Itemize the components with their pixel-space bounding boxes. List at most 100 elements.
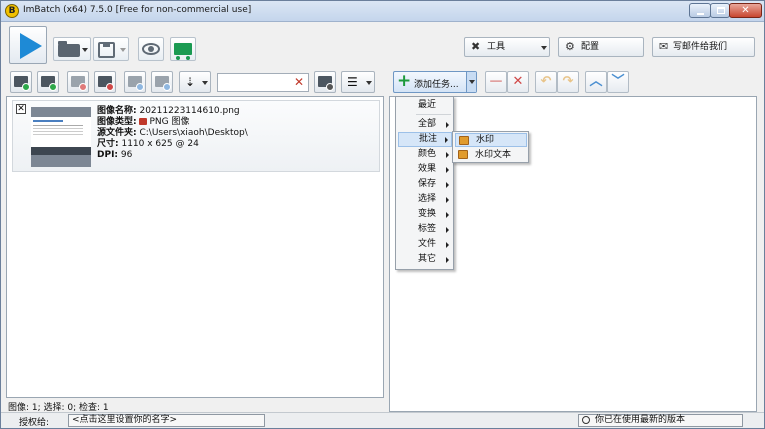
image-name-row: 图像名称: 20211223114610.png (97, 106, 240, 116)
tools-label: 工具 (487, 42, 506, 52)
window-title: ImBatch (x64) 7.5.0 [Free for non-commer… (23, 5, 252, 15)
eye-icon (142, 43, 160, 55)
add-task-button[interactable]: + 添加任务... (393, 71, 477, 93)
submenu-arrow-icon (446, 257, 449, 263)
email-button[interactable]: ✉ 写邮件给我们 (652, 37, 755, 57)
app-window: B ImBatch (x64) 7.5.0 [Free for non-comm… (0, 0, 765, 429)
settings-label: 配置 (581, 42, 600, 52)
image-dpi: 96 (120, 150, 133, 160)
undo-button[interactable]: ↶ (535, 71, 557, 93)
image-name: 20211223114610.png (139, 106, 240, 116)
submenu-arrow-icon (446, 227, 449, 233)
image-thumbnail (31, 107, 91, 167)
clear-filter-icon[interactable]: ✕ (294, 75, 304, 90)
close-window-button[interactable]: ✕ (729, 3, 762, 18)
version-status: 你已在使用最新的版本 (578, 414, 743, 427)
list-view-icon: ☰ (347, 75, 358, 89)
add-task-dropdown[interactable] (466, 72, 476, 92)
chevron-down-icon (82, 48, 88, 52)
close-icon: ✕ (741, 5, 750, 16)
wrench-icon: ✖ (471, 40, 481, 53)
menu-item-select[interactable]: 选择 (398, 192, 452, 207)
sort-icon: ⇣ (185, 75, 196, 89)
image-folder: C:\Users\xiaoh\Desktop\ (139, 128, 248, 138)
image-list-pane: ✕ 图像名称: 20211223114610.png 图像类型: PNG 图像 … (6, 96, 384, 398)
title-bar: B ImBatch (x64) 7.5.0 [Free for non-comm… (1, 1, 764, 22)
submenu-arrow-icon (446, 197, 449, 203)
menu-item-tags[interactable]: 标签 (398, 222, 452, 237)
open-button[interactable] (53, 37, 91, 61)
add-task-menu: 最近 全部 批注 颜色 效果 保存 选择 变换 标签 文件 其它 (395, 96, 454, 270)
watermark-text-icon (458, 150, 468, 159)
redo-button[interactable]: ↷ (557, 71, 579, 93)
watermark-icon (459, 136, 469, 145)
arrow-down-icon (163, 83, 171, 91)
gear-icon (326, 83, 334, 91)
maximize-button[interactable] (710, 3, 730, 18)
plus-icon (22, 83, 30, 91)
remove-task-button[interactable]: — (485, 71, 507, 93)
image-size-row: 尺寸: 1110 x 625 @ 24 (97, 139, 199, 149)
info-icon (582, 416, 590, 424)
move-up-image-button[interactable] (124, 71, 146, 93)
submenu-item-watermark[interactable]: 水印 (455, 133, 527, 147)
menu-item-color[interactable]: 颜色 (398, 147, 452, 162)
minimize-button[interactable] (689, 3, 711, 18)
arrow-up-icon (136, 83, 144, 91)
chevron-down-icon (202, 81, 208, 85)
undo-icon: ↶ (540, 74, 552, 89)
clear-tasks-button[interactable]: ✕ (507, 71, 529, 93)
minus-icon: — (489, 74, 503, 89)
task-up-button[interactable]: ︿ (585, 71, 607, 93)
menu-item-all[interactable]: 全部 (398, 117, 452, 132)
chevron-down-icon (469, 80, 475, 84)
clear-images-button[interactable] (94, 71, 116, 93)
license-name-field[interactable]: <点击这里设置你的名字> (68, 414, 265, 427)
menu-item-recent[interactable]: 最近 (398, 98, 452, 113)
menu-item-file[interactable]: 文件 (398, 237, 452, 252)
sort-button[interactable]: ⇣ (179, 71, 211, 93)
submenu-arrow-icon (446, 212, 449, 218)
close-icon (106, 83, 114, 91)
minimize-icon (697, 13, 704, 15)
menu-item-other[interactable]: 其它 (398, 252, 452, 267)
png-icon (139, 118, 148, 125)
cart-icon (174, 43, 192, 60)
task-down-button[interactable]: ﹀ (607, 71, 629, 93)
image-dpi-row: DPI: 96 (97, 150, 133, 160)
settings-button[interactable]: ⚙ 配置 (558, 37, 644, 57)
chevron-up-icon: ︿ (589, 74, 603, 89)
menu-item-effects[interactable]: 效果 (398, 162, 452, 177)
image-settings-button[interactable] (314, 71, 336, 93)
save-button[interactable] (93, 37, 129, 61)
run-button[interactable] (9, 26, 47, 64)
add-folder-button[interactable] (37, 71, 59, 93)
filter-input[interactable]: ✕ (217, 73, 309, 92)
image-list-item[interactable]: ✕ 图像名称: 20211223114610.png 图像类型: PNG 图像 … (12, 100, 380, 172)
image-folder-row: 源文件夹: C:\Users\xiaoh\Desktop\ (97, 128, 248, 138)
menu-item-transform[interactable]: 变换 (398, 207, 452, 222)
menu-item-save[interactable]: 保存 (398, 177, 452, 192)
buy-button[interactable] (170, 37, 196, 61)
image-checkbox[interactable]: ✕ (16, 104, 26, 114)
submenu-item-watermark-text[interactable]: 水印文本 (455, 148, 527, 162)
image-type: PNG 图像 (149, 117, 190, 127)
image-type-row: 图像类型: PNG 图像 (97, 117, 190, 127)
close-icon: ✕ (512, 74, 524, 89)
add-image-button[interactable] (10, 71, 32, 93)
submenu-arrow-icon (446, 182, 449, 188)
chevron-down-icon (120, 48, 126, 52)
save-icon (98, 42, 115, 58)
remove-image-button[interactable] (67, 71, 89, 93)
submenu-arrow-icon (446, 152, 449, 158)
envelope-icon: ✉ (659, 40, 669, 53)
chevron-down-icon (366, 81, 372, 85)
move-down-image-button[interactable] (151, 71, 173, 93)
preview-button[interactable] (138, 37, 164, 61)
play-icon (20, 33, 42, 59)
tools-button[interactable]: ✖ 工具 (464, 37, 550, 57)
submenu-arrow-icon (445, 137, 448, 143)
menu-item-annotation[interactable]: 批注 (398, 132, 452, 147)
submenu-arrow-icon (446, 242, 449, 248)
view-mode-button[interactable]: ☰ (341, 71, 375, 93)
